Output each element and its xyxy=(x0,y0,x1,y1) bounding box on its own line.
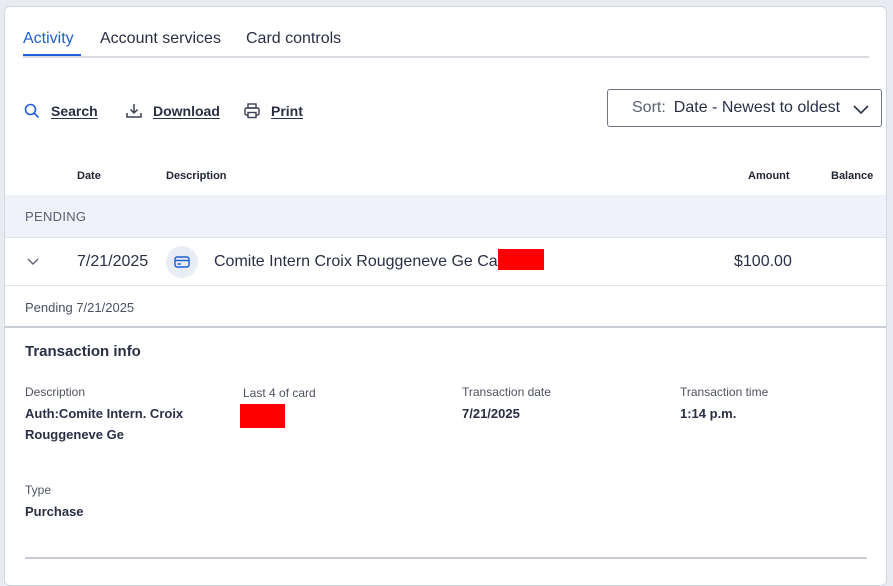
description-value-line1: Auth:Comite Intern. Croix xyxy=(25,406,184,421)
transaction-info-title: Transaction info xyxy=(25,343,141,360)
sort-label: Sort: xyxy=(632,99,666,116)
divider xyxy=(5,326,886,328)
row-date: 7/21/2025 xyxy=(77,253,149,270)
chevron-down-icon xyxy=(853,102,869,115)
download-icon xyxy=(125,102,143,120)
chevron-down-icon[interactable] xyxy=(25,253,41,269)
transaction-date-value: 7/21/2025 xyxy=(462,406,520,421)
column-header-balance[interactable]: Balance xyxy=(831,170,873,182)
tab-account-services[interactable]: Account services xyxy=(100,30,221,48)
divider xyxy=(25,557,867,559)
type-value: Purchase xyxy=(25,504,84,519)
column-header-date[interactable]: Date xyxy=(77,170,101,182)
table-row[interactable]: 7/21/2025 Comite Intern Croix Rouggeneve… xyxy=(5,238,886,286)
tab-bar: Activity Account services Card controls xyxy=(23,7,869,58)
card-last4-label: Last 4 of card xyxy=(243,386,316,400)
activity-panel: Activity Account services Card controls … xyxy=(4,6,887,586)
description-value-line2: Rouggeneve Ge xyxy=(25,427,124,442)
transaction-time-value: 1:14 p.m. xyxy=(680,406,737,421)
column-header-amount[interactable]: Amount xyxy=(748,170,790,182)
sort-value: Date - Newest to oldest xyxy=(673,99,841,116)
redaction-box xyxy=(498,249,544,270)
search-button[interactable]: Search xyxy=(23,102,98,120)
print-icon xyxy=(243,102,261,120)
pending-label: PENDING xyxy=(25,209,87,224)
description-label: Description xyxy=(25,385,86,399)
search-label: Search xyxy=(51,103,98,119)
search-icon xyxy=(23,102,41,120)
transaction-date-label: Transaction date xyxy=(462,385,551,399)
transaction-time-label: Transaction time xyxy=(680,385,769,399)
pending-note: Pending 7/21/2025 xyxy=(25,300,135,315)
pending-section-header: PENDING xyxy=(5,195,886,238)
row-description: Comite Intern Croix Rouggeneve Ge Card xyxy=(214,253,512,270)
download-label: Download xyxy=(153,103,220,119)
sort-dropdown[interactable]: Sort: Date - Newest to oldest xyxy=(607,89,882,127)
download-button[interactable]: Download xyxy=(125,102,220,120)
column-header-description[interactable]: Description xyxy=(166,170,227,182)
type-label: Type xyxy=(25,483,52,497)
print-button[interactable]: Print xyxy=(243,102,303,120)
active-tab-indicator xyxy=(23,54,81,56)
print-label: Print xyxy=(271,103,303,119)
row-amount: $100.00 xyxy=(734,253,792,270)
redaction-box xyxy=(240,404,285,428)
tab-card-controls[interactable]: Card controls xyxy=(246,30,341,48)
credit-card-icon xyxy=(166,246,198,278)
tab-activity[interactable]: Activity xyxy=(23,30,74,48)
